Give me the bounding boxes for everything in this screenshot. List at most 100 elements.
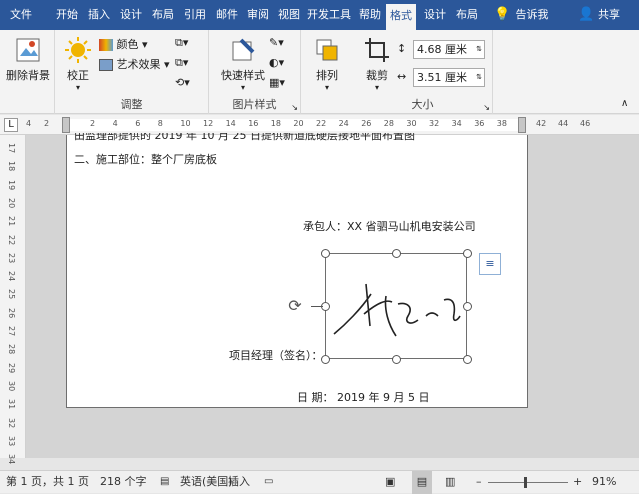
- artistic-effects-button[interactable]: 艺术效果 ▾: [99, 56, 170, 72]
- tab-3[interactable]: 设计: [116, 0, 146, 30]
- tab-selector[interactable]: L: [4, 118, 18, 132]
- date-line: 日 期： 2019 年 9 月 5 日: [297, 391, 430, 404]
- correct-button[interactable]: 校正 ▾: [61, 36, 95, 92]
- macro-icon[interactable]: ▭: [264, 471, 273, 494]
- ruler-mark: 6: [135, 119, 141, 128]
- zoom-out-icon[interactable]: –: [476, 471, 482, 494]
- vruler-mark: 26: [7, 307, 16, 318]
- spinner-icon[interactable]: ⇅: [476, 69, 482, 86]
- vruler-mark: 28: [7, 344, 16, 355]
- dialog-launcher-icon[interactable]: ↘: [291, 103, 298, 112]
- tell-me-search[interactable]: 告诉我: [512, 0, 552, 30]
- crop-button[interactable]: 裁剪 ▾: [359, 36, 395, 92]
- compress-pictures-icon[interactable]: ⧉▾: [175, 36, 188, 50]
- cut-off-line: 由监理部提供的 2019 年 10 月 25 日提供新道底硬层接地平面布置图: [74, 133, 415, 141]
- tab-11[interactable]: 格式: [386, 4, 416, 30]
- crop-icon: [365, 38, 389, 62]
- resize-handle[interactable]: [392, 249, 401, 258]
- person-icon[interactable]: 👤: [578, 0, 594, 30]
- ruler-mark: 24: [338, 119, 349, 128]
- group-adjust: 校正 ▾ 颜色 ▾ 艺术效果 ▾ ⧉▾ ⧉▾ ⟲▾ 调整: [55, 30, 209, 114]
- tab-2[interactable]: 插入: [84, 0, 114, 30]
- resize-handle[interactable]: [463, 249, 472, 258]
- width-input[interactable]: 3.51 厘米 ⇅: [413, 68, 485, 87]
- resize-handle[interactable]: [463, 302, 472, 311]
- group-picture-styles: 快速样式 ▾ ✎▾ ◐▾ ▦▾ 图片样式 ↘: [209, 30, 301, 114]
- tab-6[interactable]: 邮件: [212, 0, 242, 30]
- proofing-icon[interactable]: ▤: [160, 471, 169, 494]
- dialog-launcher-icon[interactable]: ↘: [483, 103, 490, 112]
- ruler-mark: 10: [180, 119, 191, 128]
- color-button[interactable]: 颜色 ▾: [99, 36, 148, 52]
- page[interactable]: 由监理部提供的 2019 年 10 月 25 日提供新道底硬层接地平面布置图 二…: [66, 133, 528, 408]
- ruler-mark: 2: [44, 119, 50, 128]
- picture-layout-icon[interactable]: ▦▾: [269, 76, 285, 89]
- signature-image[interactable]: [325, 253, 467, 359]
- left-indent-marker[interactable]: [62, 117, 70, 133]
- contractor-line: 承包人：XX 省驷马山机电安装公司: [303, 220, 476, 233]
- ruler-mark: 42: [536, 119, 547, 128]
- layout-options-icon[interactable]: ≡: [479, 253, 501, 275]
- resize-handle[interactable]: [392, 355, 401, 364]
- horizontal-ruler[interactable]: L 4 2 2 4 6 8 10 12 14 16 18 20 22 24 26 28 30 32 34 36 38 42…: [0, 115, 639, 135]
- vruler-mark: 33: [7, 435, 16, 446]
- picture-border-icon[interactable]: ✎▾: [269, 36, 284, 49]
- tab-13[interactable]: 布局: [452, 0, 482, 30]
- lightbulb-icon[interactable]: 💡: [494, 0, 510, 30]
- rotate-handle-icon[interactable]: ⟳: [285, 296, 305, 316]
- project-manager-label: 项目经理（签名）：: [229, 349, 323, 362]
- group-remove-bg: 删除背景: [0, 30, 55, 114]
- ruler-mark: 26: [361, 119, 372, 128]
- vruler-mark: 30: [7, 380, 16, 392]
- zoom-slider-thumb[interactable]: [524, 477, 527, 488]
- reset-picture-icon[interactable]: ⟲▾: [175, 76, 190, 89]
- document-area: 由监理部提供的 2019 年 10 月 25 日提供新道底硬层接地平面布置图 二…: [26, 133, 639, 458]
- tab-0[interactable]: 文件: [4, 0, 38, 30]
- tab-10[interactable]: 帮助: [356, 0, 384, 30]
- tab-7[interactable]: 审阅: [243, 0, 273, 30]
- tab-5[interactable]: 引用: [180, 0, 210, 30]
- focus-mode-icon[interactable]: ▣: [385, 471, 395, 494]
- print-layout-icon[interactable]: ▤: [412, 471, 432, 494]
- word-count[interactable]: 218 个字: [100, 471, 147, 494]
- signature-drawing: [333, 283, 461, 337]
- ruler-mark: 38: [496, 119, 507, 128]
- vruler-mark: 18: [7, 161, 16, 172]
- web-layout-icon[interactable]: ▥: [445, 471, 455, 494]
- right-indent-marker[interactable]: [518, 117, 526, 133]
- language[interactable]: 英语(美国): [180, 471, 233, 494]
- share-button[interactable]: 共享: [594, 0, 624, 30]
- vertical-ruler[interactable]: 17 18 19 20 21 22 23 24 25 26 27 28 29 30 31 32 33 34: [0, 135, 26, 464]
- zoom-in-icon[interactable]: +: [573, 471, 582, 494]
- picture-effects-icon[interactable]: ◐▾: [269, 56, 284, 69]
- tab-9[interactable]: 开发工具: [304, 0, 354, 30]
- resize-handle[interactable]: [321, 355, 330, 364]
- spinner-icon[interactable]: ⇅: [476, 41, 482, 58]
- vruler-mark: 20: [7, 197, 16, 209]
- remove-background-icon: [16, 38, 40, 62]
- resize-handle[interactable]: [321, 249, 330, 258]
- ruler-mark: 44: [558, 119, 569, 128]
- construction-location: 二、施工部位：整个厂房底板: [74, 153, 217, 166]
- zoom-level[interactable]: 91%: [592, 471, 616, 494]
- ruler-mark: 20: [293, 119, 304, 128]
- ruler-mark: 18: [270, 119, 281, 128]
- ruler-mark: 32: [429, 119, 440, 128]
- tab-12[interactable]: 设计: [420, 0, 450, 30]
- collapse-ribbon-icon[interactable]: ∧: [621, 98, 628, 109]
- ruler-mark: 4: [112, 119, 118, 128]
- change-picture-icon[interactable]: ⧉▾: [175, 56, 188, 70]
- page-count[interactable]: 第 1 页，共 1 页: [6, 471, 89, 494]
- resize-handle[interactable]: [463, 355, 472, 364]
- height-input[interactable]: 4.68 厘米 ⇅: [413, 40, 485, 59]
- arrange-icon: [316, 39, 338, 61]
- tab-4[interactable]: 布局: [148, 0, 178, 30]
- sun-icon: [65, 37, 91, 63]
- arrange-button[interactable]: 排列 ▾: [307, 36, 347, 92]
- remove-background-button[interactable]: 删除背景: [6, 36, 50, 83]
- insert-mode[interactable]: 插入: [228, 471, 250, 494]
- tab-1[interactable]: 开始: [52, 0, 82, 30]
- zoom-slider[interactable]: [488, 482, 568, 483]
- tab-8[interactable]: 视图: [274, 0, 304, 30]
- quick-styles-button[interactable]: 快速样式 ▾: [215, 36, 271, 92]
